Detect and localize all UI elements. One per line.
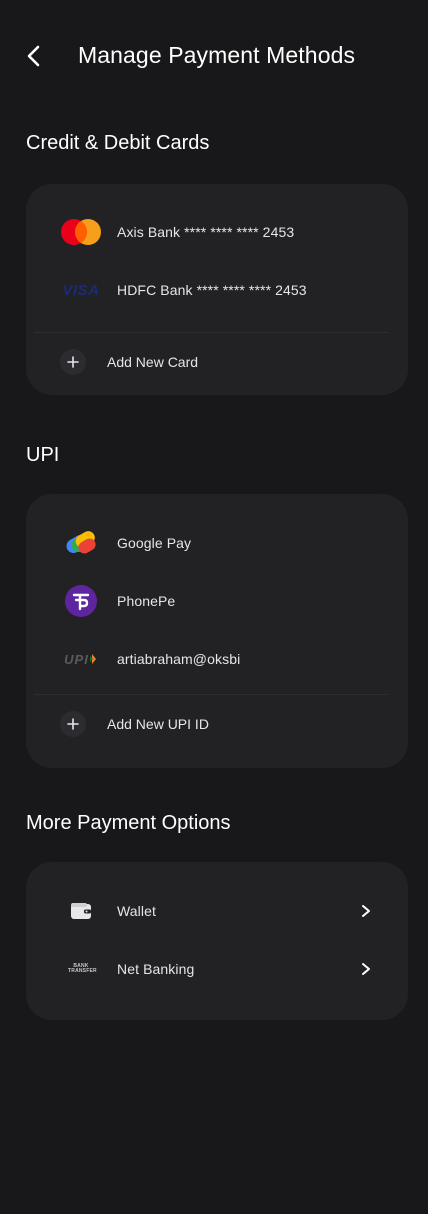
divider <box>34 694 388 695</box>
plus-icon <box>60 349 86 375</box>
option-label: Net Banking <box>117 961 195 977</box>
option-wallet[interactable]: Wallet <box>26 889 408 933</box>
chevron-left-icon <box>27 45 40 67</box>
upi-icon: UPI <box>60 641 102 677</box>
add-new-card-label: Add New Card <box>107 354 199 370</box>
section-title-more: More Payment Options <box>26 812 231 834</box>
add-new-upi-label: Add New UPI ID <box>107 716 209 732</box>
header: Manage Payment Methods <box>0 30 428 84</box>
card-label: Axis Bank **** **** **** 2453 <box>117 224 295 240</box>
saved-card-axis[interactable]: Axis Bank **** **** **** 2453 <box>26 210 408 254</box>
more-options-card: Wallet BANK TRANSFER Net Banking <box>26 862 408 1020</box>
phonepe-icon <box>60 583 102 619</box>
add-new-upi-button[interactable]: Add New UPI ID <box>26 704 408 744</box>
upi-google-pay[interactable]: Google Pay <box>26 521 408 565</box>
page-title: Manage Payment Methods <box>78 42 356 68</box>
google-pay-icon <box>60 525 102 561</box>
bank-transfer-icon: BANK TRANSFER <box>60 951 102 987</box>
saved-card-hdfc[interactable]: VISA HDFC Bank **** **** **** 2453 <box>26 268 408 312</box>
card-label: HDFC Bank **** **** **** 2453 <box>117 282 307 298</box>
plus-icon <box>60 711 86 737</box>
upi-phonepe[interactable]: PhonePe <box>26 579 408 623</box>
section-title-upi: UPI <box>26 444 60 466</box>
option-net-banking[interactable]: BANK TRANSFER Net Banking <box>26 947 408 991</box>
wallet-icon <box>60 893 102 929</box>
option-label: Wallet <box>117 903 156 919</box>
chevron-right-icon <box>358 903 374 919</box>
upi-logo-text: UPI <box>64 651 89 667</box>
visa-icon: VISA <box>60 272 102 308</box>
add-new-card-button[interactable]: Add New Card <box>26 342 408 382</box>
bank-transfer-logo-text: BANK TRANSFER <box>68 963 97 974</box>
upi-id-oksbi[interactable]: UPI artiabraham@oksbi <box>26 637 408 681</box>
manage-payment-methods-screen: Manage Payment Methods Credit & Debit Ca… <box>0 0 428 1214</box>
upi-label: PhonePe <box>117 593 176 609</box>
cards-card: Axis Bank **** **** **** 2453 VISA HDFC … <box>26 184 408 395</box>
divider <box>34 332 388 333</box>
section-title-cards: Credit & Debit Cards <box>26 132 210 154</box>
visa-logo-text: VISA <box>62 281 100 299</box>
back-button[interactable] <box>18 40 50 72</box>
chevron-right-icon <box>358 961 374 977</box>
mastercard-icon <box>60 214 102 250</box>
upi-card: Google Pay PhonePe UPI artiabraham@oksbi <box>26 494 408 768</box>
upi-label: Google Pay <box>117 535 192 551</box>
upi-label: artiabraham@oksbi <box>117 651 241 667</box>
